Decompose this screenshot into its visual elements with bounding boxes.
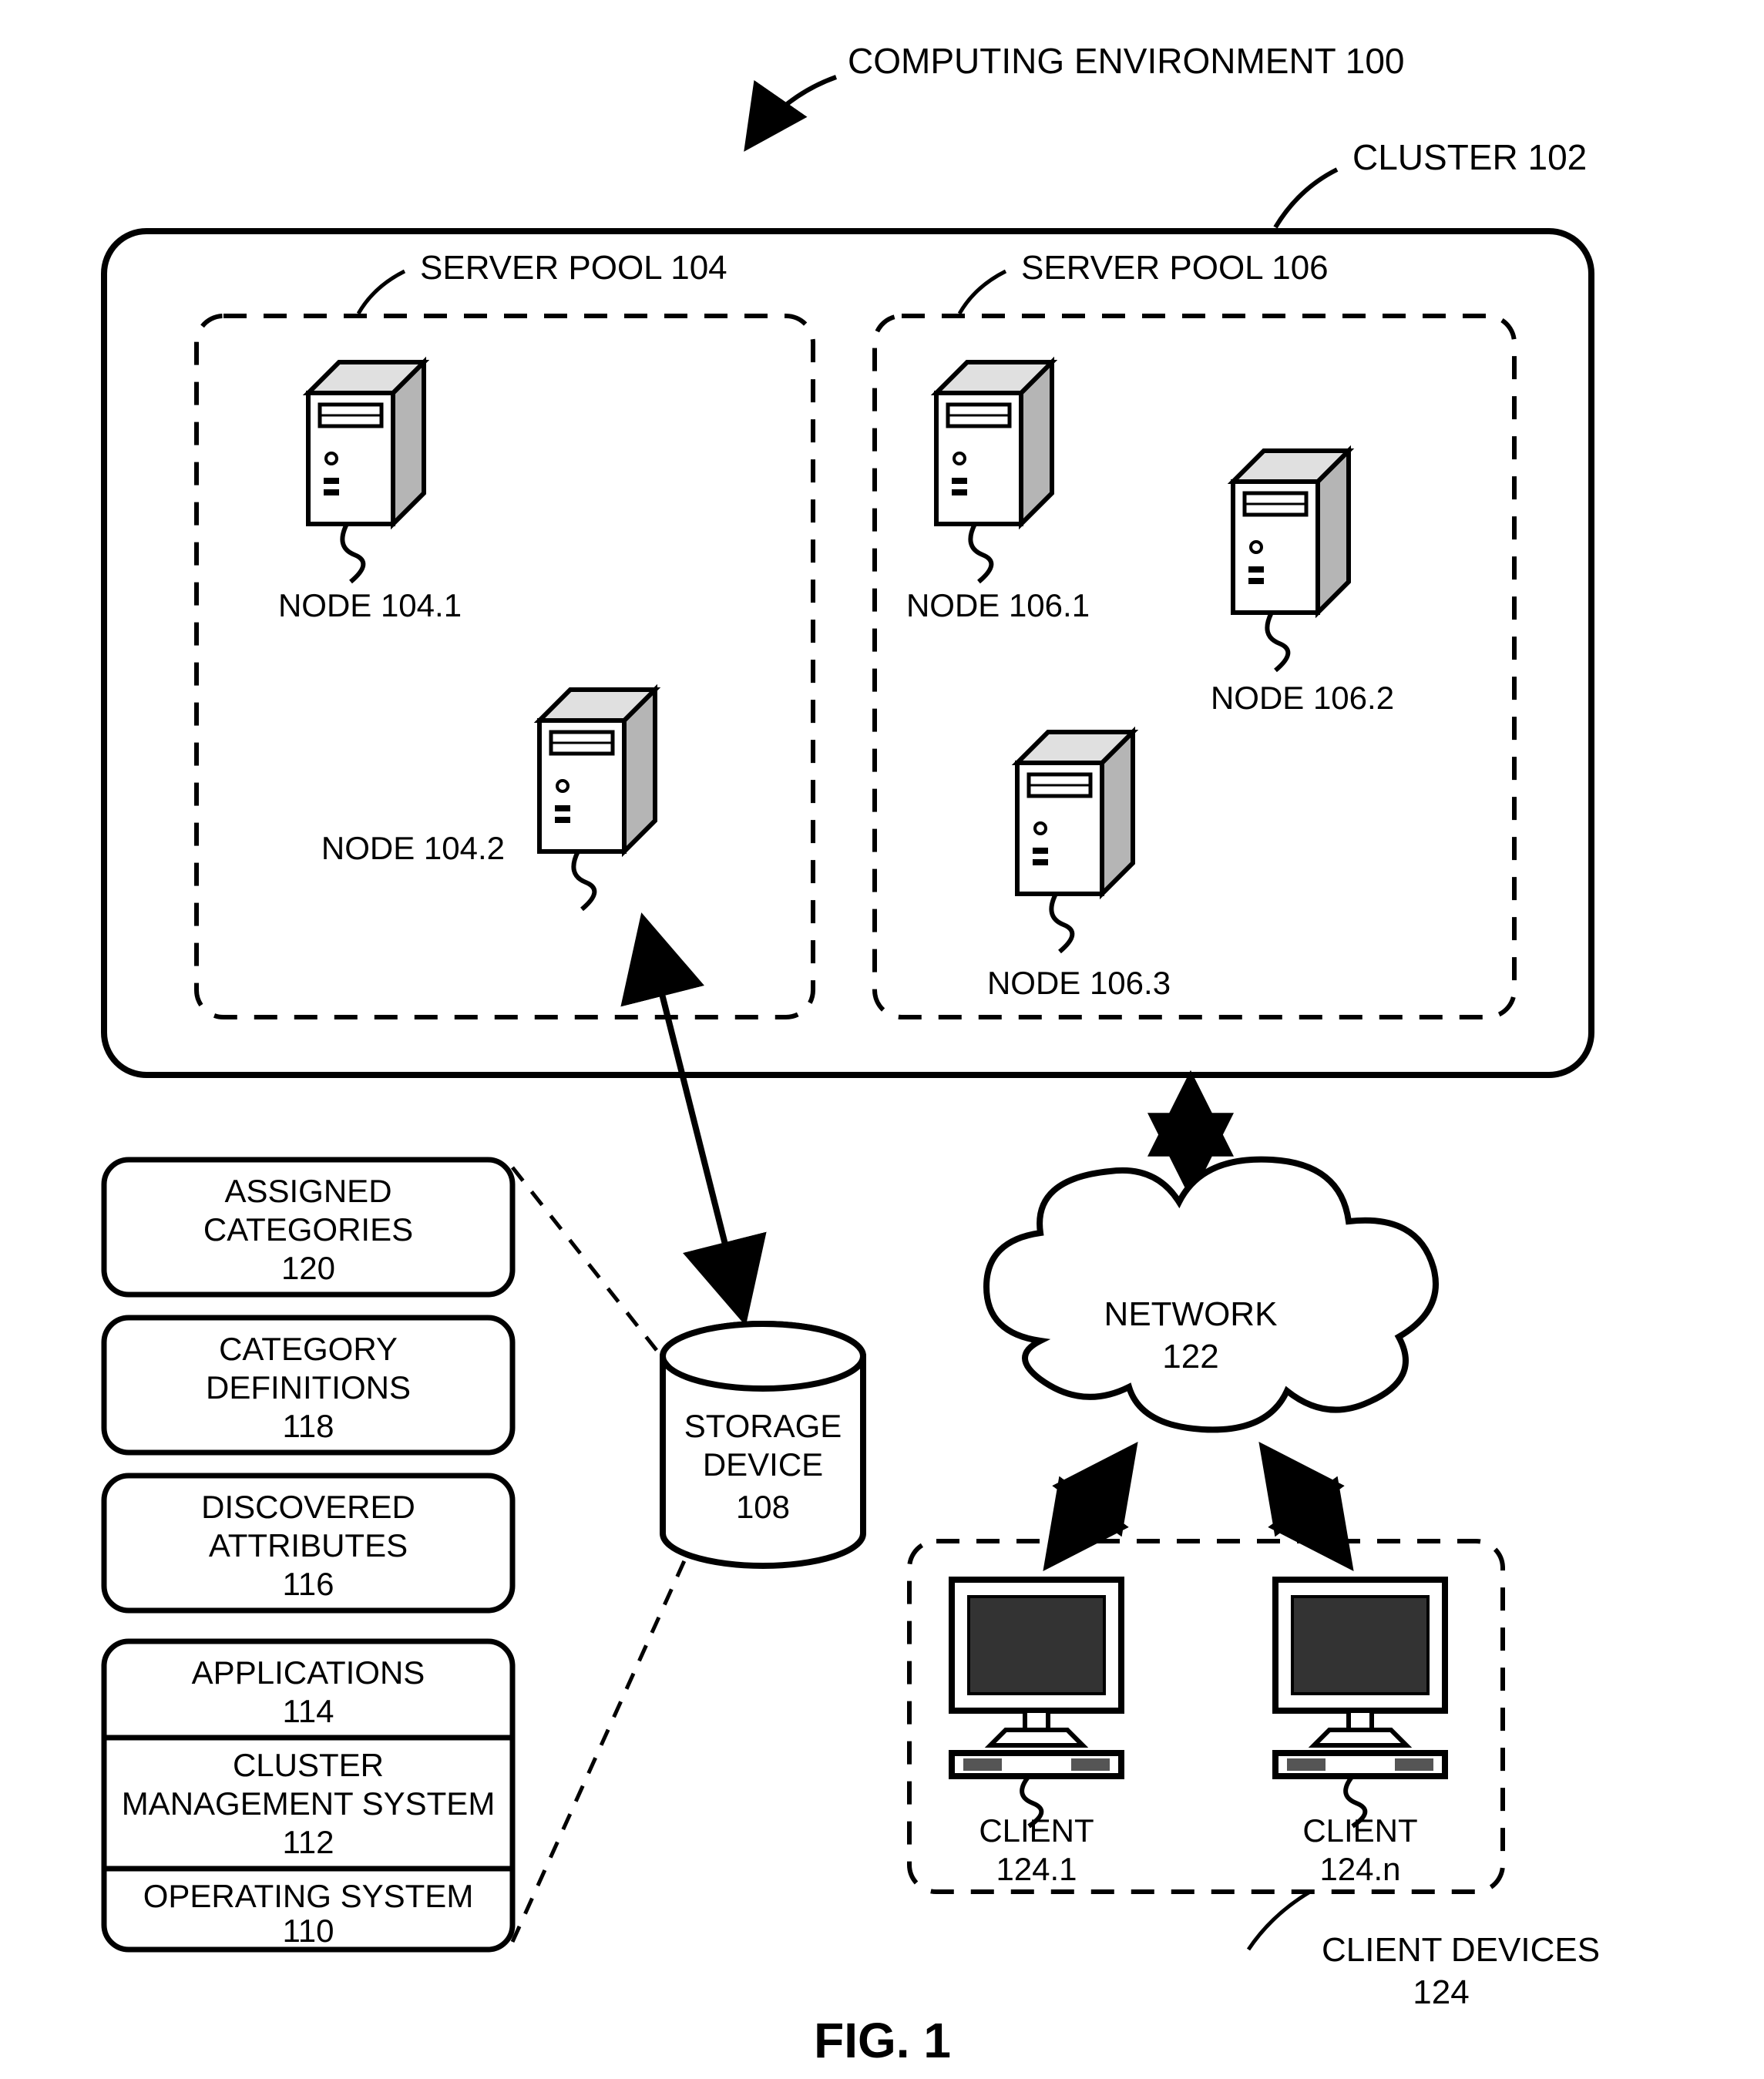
node-104-2-label: NODE 104.2 — [321, 830, 505, 866]
disc-attr-l3: 116 — [283, 1566, 334, 1602]
assigned-cat-l3: 120 — [281, 1250, 335, 1286]
storage-l1: STORAGE — [684, 1408, 842, 1444]
client-devices-l1: CLIENT DEVICES — [1322, 1931, 1600, 1969]
network-l1: NETWORK — [1104, 1295, 1278, 1333]
disc-attr-l1: DISCOVERED — [201, 1489, 415, 1525]
client-1-l2: 124.1 — [996, 1851, 1077, 1887]
os-l2: 110 — [283, 1913, 334, 1949]
storage-l3: 108 — [736, 1489, 790, 1525]
cms-l3: 112 — [283, 1824, 334, 1860]
network-client1-arrow — [1048, 1449, 1133, 1564]
cat-def-l2: DEFINITIONS — [206, 1369, 411, 1406]
dashed-bottom-line — [512, 1549, 690, 1942]
cms-l2: MANAGEMENT SYSTEM — [122, 1785, 496, 1822]
dashed-top-line — [512, 1167, 670, 1368]
cms-l1: CLUSTER — [233, 1747, 384, 1783]
cluster-label: CLUSTER 102 — [1352, 137, 1587, 177]
storage-l2: DEVICE — [703, 1446, 823, 1483]
assigned-cat-l2: CATEGORIES — [203, 1211, 413, 1248]
node-106-2-label: NODE 106.2 — [1211, 680, 1394, 716]
client-n-l1: CLIENT — [1302, 1812, 1417, 1849]
node-106-3-label: NODE 106.3 — [987, 965, 1171, 1001]
diagram-svg: COMPUTING ENVIRONMENT 100 CLUSTER 102 SE… — [0, 0, 1764, 2079]
cat-def-l3: 118 — [283, 1408, 334, 1444]
cluster-box — [104, 231, 1591, 1075]
client-1-l1: CLIENT — [979, 1812, 1094, 1849]
client-devices-l2: 124 — [1413, 1973, 1469, 2011]
apps-l2: 114 — [283, 1693, 334, 1729]
node-104-1-label: NODE 104.1 — [278, 587, 462, 623]
assigned-cat-l1: ASSIGNED — [224, 1173, 391, 1209]
network-l2: 122 — [1162, 1338, 1218, 1375]
client-n-l2: 124.n — [1319, 1851, 1400, 1887]
server-pool-left-label: SERVER POOL 104 — [420, 249, 727, 287]
apps-l1: APPLICATIONS — [192, 1654, 425, 1691]
server-pool-right-label: SERVER POOL 106 — [1021, 249, 1329, 287]
network-cloud: NETWORK 122 — [986, 1160, 1436, 1430]
disc-attr-l2: ATTRIBUTES — [209, 1527, 408, 1563]
computing-env-label: COMPUTING ENVIRONMENT 100 — [848, 41, 1404, 81]
figure-label: FIG. 1 — [814, 2013, 951, 2068]
node-106-1-label: NODE 106.1 — [906, 587, 1090, 623]
os-l1: OPERATING SYSTEM — [143, 1878, 474, 1914]
storage-device: STORAGE DEVICE 108 — [663, 1324, 863, 1566]
cat-def-l1: CATEGORY — [219, 1331, 398, 1367]
network-clientn-arrow — [1264, 1449, 1349, 1564]
